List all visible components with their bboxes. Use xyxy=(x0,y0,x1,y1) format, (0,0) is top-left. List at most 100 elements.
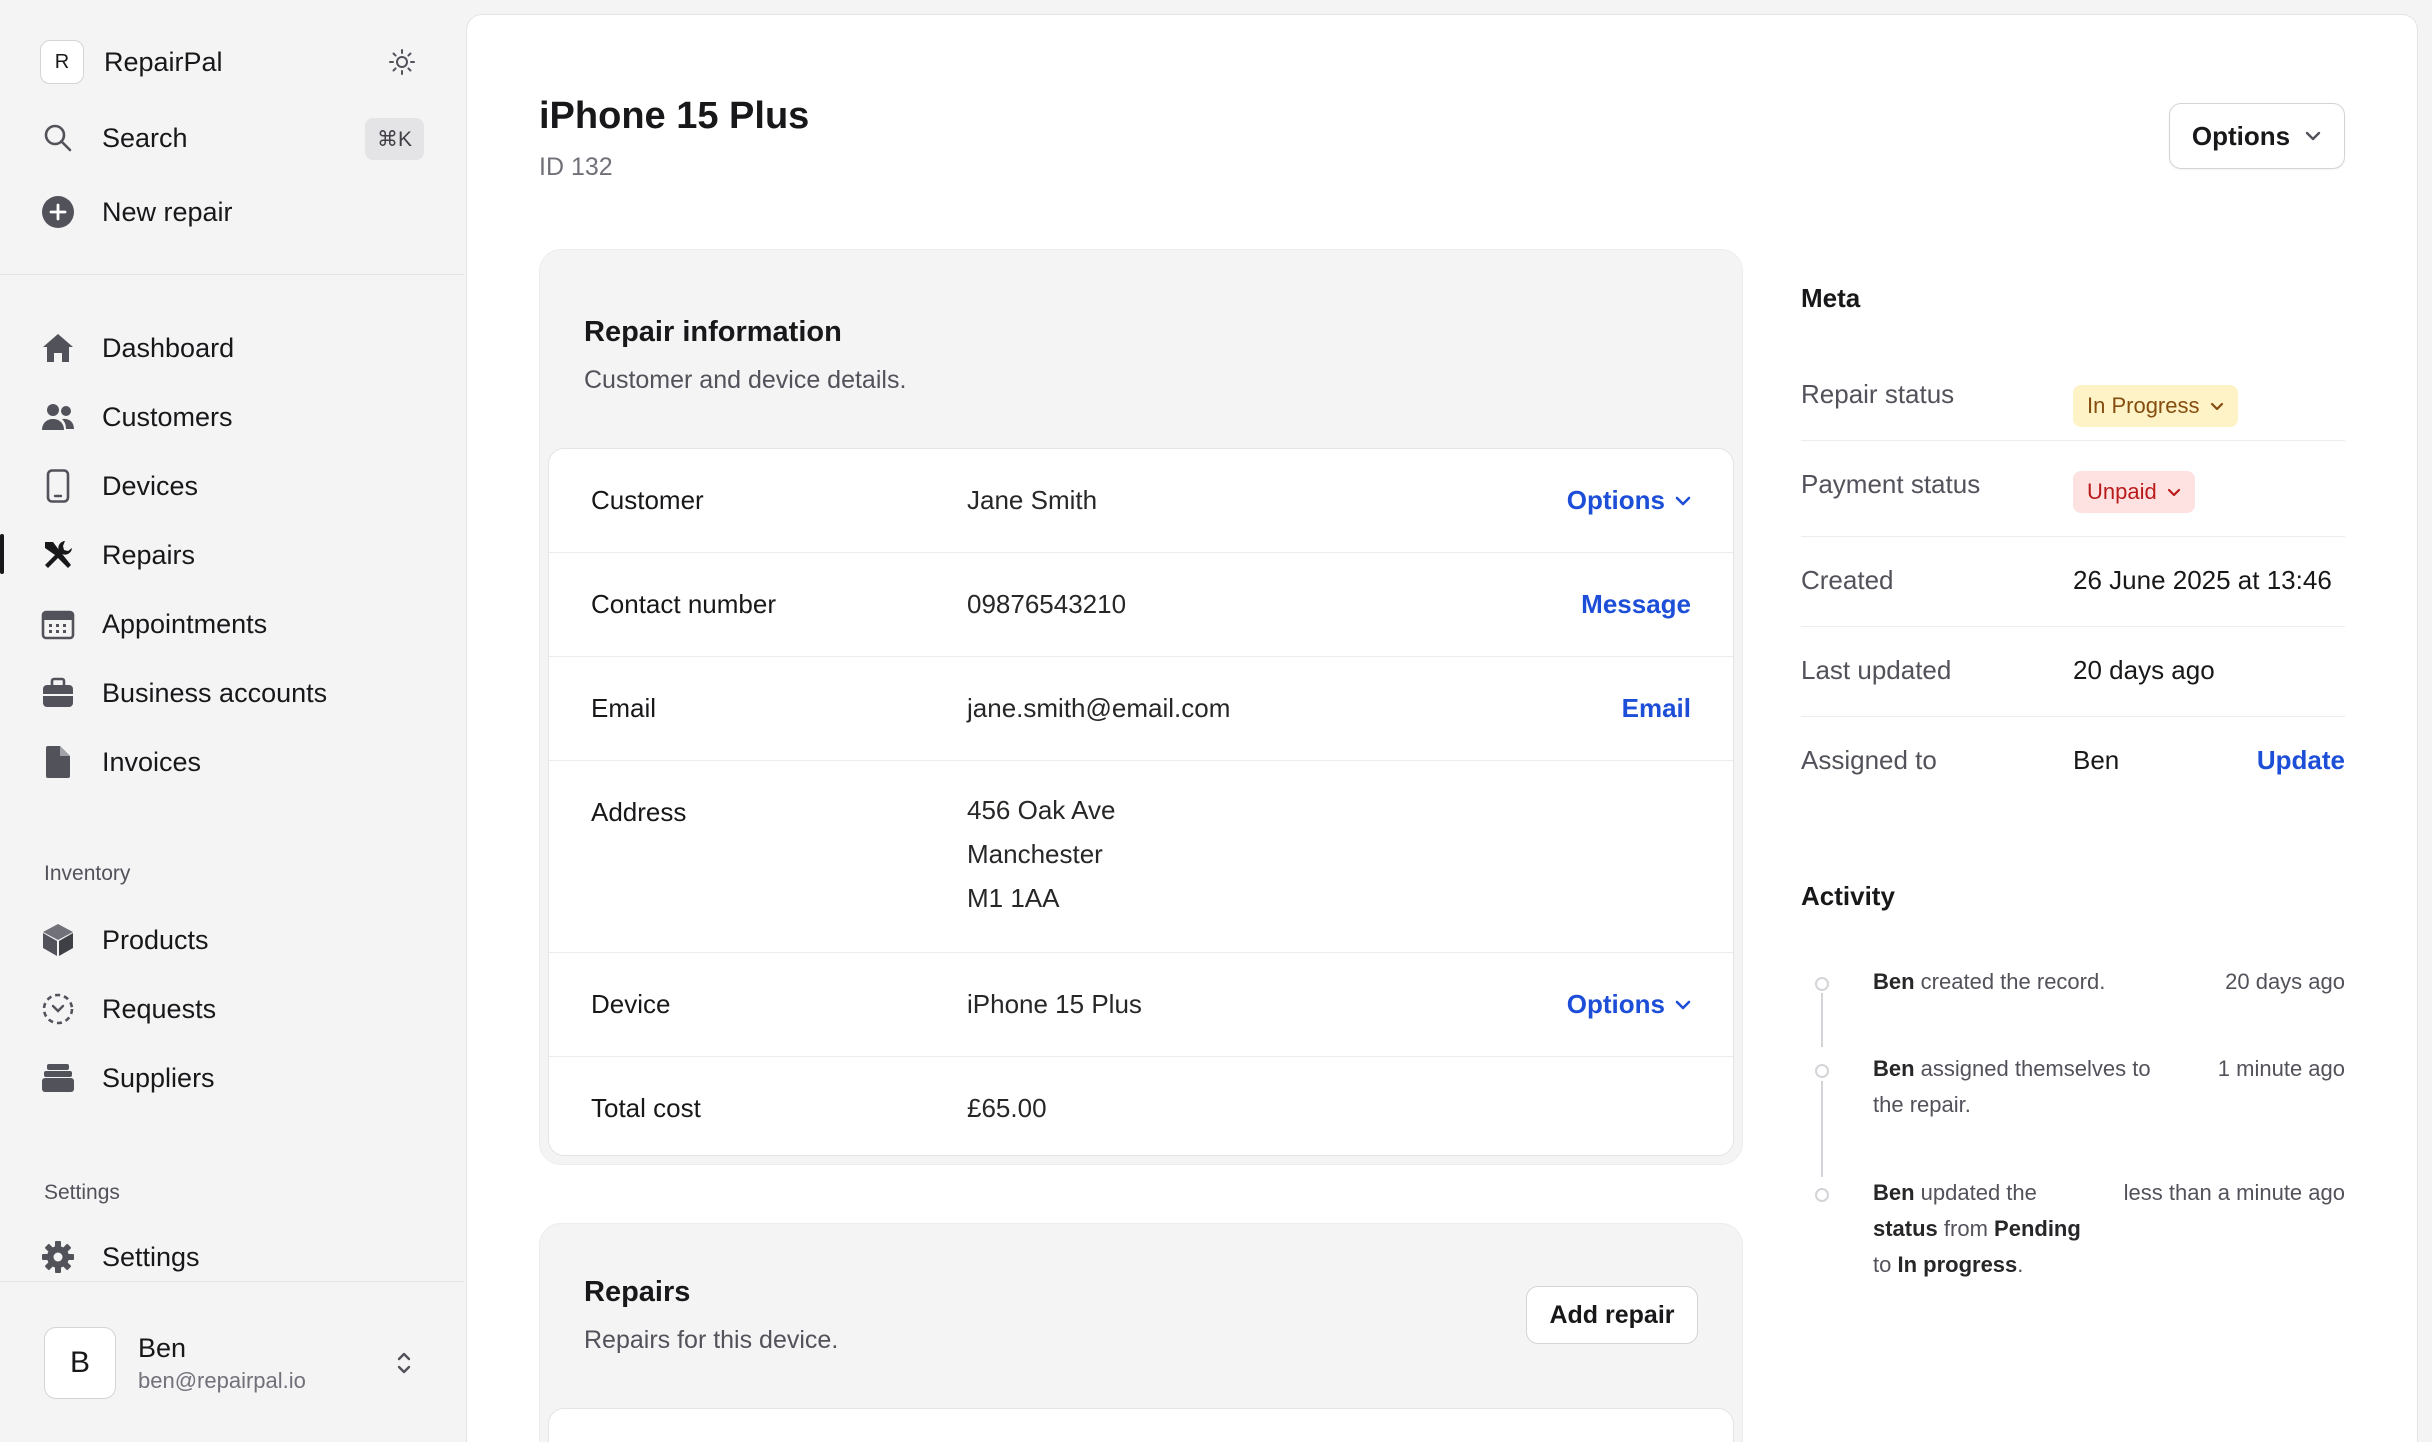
detail-value: jane.smith@email.com xyxy=(967,693,1231,723)
search-button[interactable]: Search ⌘K xyxy=(40,112,424,164)
detail-value: £65.00 xyxy=(967,1093,1047,1123)
sidebar-item-appointments[interactable]: Appointments xyxy=(40,598,424,650)
add-repair-button[interactable]: Add repair xyxy=(1526,1286,1698,1344)
search-shortcut: ⌘K xyxy=(364,118,424,160)
detail-label: Customer xyxy=(591,485,704,515)
chevron-up-down-icon xyxy=(397,1352,411,1374)
brand-logo: R xyxy=(40,40,84,84)
action-label: Options xyxy=(1566,989,1665,1019)
address-value: 456 Oak Ave Manchester M1 1AA xyxy=(967,788,1115,920)
detail-row-contact: Contact number 09876543210 Message xyxy=(549,553,1733,657)
sidebar-item-customers[interactable]: Customers xyxy=(40,391,424,443)
timeline-dot xyxy=(1815,1188,1829,1202)
sidebar-item-invoices[interactable]: Invoices xyxy=(40,736,424,788)
card-title: Repairs xyxy=(584,1276,691,1308)
main-panel: iPhone 15 Plus ID 132 Options Repair inf… xyxy=(466,14,2418,1442)
page-options-button[interactable]: Options xyxy=(2169,103,2345,169)
options-label: Options xyxy=(2191,120,2291,151)
timeline-dot xyxy=(1815,1064,1829,1078)
phone-icon xyxy=(40,468,76,504)
meta-label: Assigned to xyxy=(1801,745,1937,775)
sidebar-item-products[interactable]: Products xyxy=(40,914,424,966)
sidebar-item-label: Settings xyxy=(102,1241,200,1272)
sidebar-item-business-accounts[interactable]: Business accounts xyxy=(40,667,424,719)
repairs-card: Repairs Repairs for this device. Add rep… xyxy=(539,1223,1743,1442)
meta-label: Repair status xyxy=(1801,379,1955,409)
payment-status-dropdown[interactable]: Unpaid xyxy=(2073,471,2195,513)
sidebar-item-devices[interactable]: Devices xyxy=(40,460,424,512)
plus-circle-icon xyxy=(40,194,76,230)
repairs-list xyxy=(548,1408,1734,1442)
sidebar-item-requests[interactable]: Requests xyxy=(40,983,424,1035)
sidebar-item-suppliers[interactable]: Suppliers xyxy=(40,1052,424,1104)
activity-time: 1 minute ago xyxy=(2217,1056,2345,1081)
wrench-icon xyxy=(40,537,76,573)
home-icon xyxy=(40,330,76,366)
avatar: B xyxy=(44,1327,116,1399)
detail-label: Total cost xyxy=(591,1093,701,1123)
customer-options-button[interactable]: Options xyxy=(1567,485,1691,516)
new-repair-label: New repair xyxy=(102,196,233,227)
sidebar-item-label: Appointments xyxy=(102,608,268,639)
user-menu[interactable]: B Ben ben@repairpal.io xyxy=(44,1326,424,1400)
address-line: Manchester xyxy=(967,839,1103,869)
meta-label: Last updated xyxy=(1801,655,1952,685)
sidebar-item-label: Dashboard xyxy=(102,332,235,363)
meta-row-last-updated: Last updated 20 days ago xyxy=(1801,627,2345,717)
new-repair-button[interactable]: New repair xyxy=(40,186,424,238)
sidebar-item-settings[interactable]: Settings xyxy=(40,1231,424,1283)
calendar-icon xyxy=(40,606,76,642)
settings-heading: Settings xyxy=(44,1181,120,1204)
sidebar: R RepairPal Search ⌘K New repair Dashboa… xyxy=(0,0,464,1442)
sidebar-item-label: Invoices xyxy=(102,746,202,777)
sidebar-item-label: Devices xyxy=(102,470,199,501)
detail-label: Device xyxy=(591,989,671,1019)
sidebar-item-dashboard[interactable]: Dashboard xyxy=(40,322,424,374)
sidebar-item-repairs[interactable]: Repairs xyxy=(40,529,424,581)
timeline-connector xyxy=(1821,993,1823,1047)
address-line: M1 1AA xyxy=(967,883,1060,913)
user-email: ben@repairpal.io xyxy=(138,1368,306,1393)
update-assignee-link[interactable]: Update xyxy=(2257,745,2345,776)
activity-heading: Activity xyxy=(1801,881,1895,911)
user-name: Ben xyxy=(138,1333,187,1363)
meta-row-repair-status: Repair status In Progress xyxy=(1801,351,2345,441)
card-subtitle: Repairs for this device. xyxy=(584,1326,839,1354)
detail-value: Jane Smith xyxy=(967,485,1098,515)
stack-icon xyxy=(40,1060,76,1096)
chevron-down-icon xyxy=(1675,496,1691,505)
sidebar-item-label: Products xyxy=(102,924,209,955)
document-icon xyxy=(40,744,76,780)
device-options-button[interactable]: Options xyxy=(1567,989,1691,1020)
chevron-down-icon xyxy=(1675,1000,1691,1009)
sidebar-footer-divider xyxy=(0,1281,464,1282)
brand[interactable]: R RepairPal xyxy=(40,40,424,84)
meta-row-assigned: Assigned to Ben Update xyxy=(1801,717,2345,807)
detail-row-email: Email jane.smith@email.com Email xyxy=(549,657,1733,761)
card-title: Repair information xyxy=(584,316,842,348)
cube-icon xyxy=(40,922,76,958)
users-icon xyxy=(40,399,76,435)
detail-row-address: Address 456 Oak Ave Manchester M1 1AA xyxy=(549,761,1733,953)
meta-row-payment-status: Payment status Unpaid xyxy=(1801,441,2345,537)
briefcase-icon xyxy=(40,675,76,711)
brand-name: RepairPal xyxy=(104,46,223,77)
repair-info-card: Repair information Customer and device d… xyxy=(539,249,1743,1165)
meta-row-created: Created 26 June 2025 at 13:46 xyxy=(1801,537,2345,627)
sun-icon[interactable] xyxy=(388,48,416,76)
gear-icon xyxy=(40,1239,76,1275)
meta-value: 20 days ago xyxy=(2073,655,2215,685)
record-id: ID 132 xyxy=(539,153,613,181)
status-badge-label: Unpaid xyxy=(2087,479,2157,504)
inventory-heading: Inventory xyxy=(44,862,131,885)
activity-time: 20 days ago xyxy=(2225,969,2345,994)
sidebar-item-label: Repairs xyxy=(102,539,196,570)
email-link[interactable]: Email xyxy=(1622,693,1691,724)
detail-row-total-cost: Total cost £65.00 xyxy=(549,1057,1733,1155)
repair-status-dropdown[interactable]: In Progress xyxy=(2073,385,2238,427)
address-line: 456 Oak Ave xyxy=(967,795,1116,825)
dashed-request-icon xyxy=(40,991,76,1027)
message-link[interactable]: Message xyxy=(1581,589,1691,620)
card-subtitle: Customer and device details. xyxy=(584,366,907,394)
status-badge-label: In Progress xyxy=(2087,393,2200,418)
